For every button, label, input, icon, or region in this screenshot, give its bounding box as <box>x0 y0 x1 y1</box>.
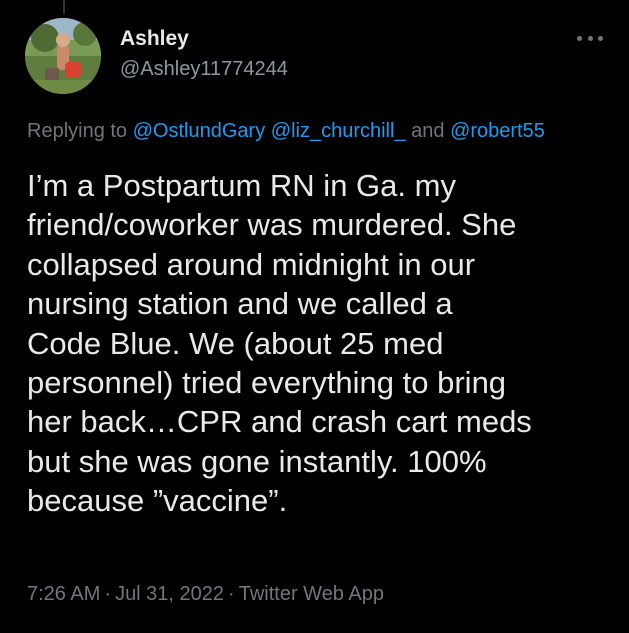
replying-to: Replying to @OstlundGary @liz_churchill_… <box>27 120 545 143</box>
tweet-time[interactable]: 7:26 AM <box>27 583 100 605</box>
tweet-body-line: I’m a Postpartum RN in Ga. my <box>27 168 456 203</box>
meta-separator: · <box>228 583 235 605</box>
tweet-meta: 7:26 AM · Jul 31, 2022 · Twitter Web App <box>27 583 384 606</box>
tweet-body-line: collapsed around midnight in our <box>27 246 476 282</box>
tweet-body-line: friend/coworker was murdered. She <box>27 207 517 243</box>
mention-link[interactable]: @liz_churchill_ <box>271 120 406 142</box>
thread-connector-line <box>63 0 65 14</box>
tweet-body-line: personnel) tried everything to bring <box>27 365 507 401</box>
tweet-body-line: nursing station and we called a <box>27 286 453 322</box>
mention-link[interactable]: @robert55 <box>450 120 545 142</box>
tweet-date[interactable]: Jul 31, 2022 <box>115 583 224 605</box>
replying-and: and <box>411 120 445 142</box>
tweet-body-line: Code Blue. We (about 25 med <box>27 325 444 361</box>
tweet-body-line: but she was gone instantly. 100% <box>27 443 487 479</box>
replying-prefix: Replying to <box>27 120 128 142</box>
dot-icon <box>598 35 603 41</box>
more-options-icon[interactable] <box>577 30 603 46</box>
tweet-body-line: because ”vaccine”. <box>27 483 288 519</box>
dot-icon <box>577 35 582 41</box>
tweet-source[interactable]: Twitter Web App <box>239 583 384 605</box>
tweet-body: I’m a Postpartum RN in Ga. my friend/cow… <box>27 166 607 521</box>
avatar[interactable] <box>25 18 101 94</box>
dot-icon <box>587 35 593 41</box>
tweet-body-line: her back…CPR and crash cart meds <box>27 404 532 440</box>
meta-separator: · <box>104 583 112 605</box>
author-handle[interactable]: @Ashley11774244 <box>120 58 288 81</box>
mention-link[interactable]: @OstlundGary <box>133 120 266 142</box>
author-name[interactable]: Ashley <box>120 27 189 51</box>
